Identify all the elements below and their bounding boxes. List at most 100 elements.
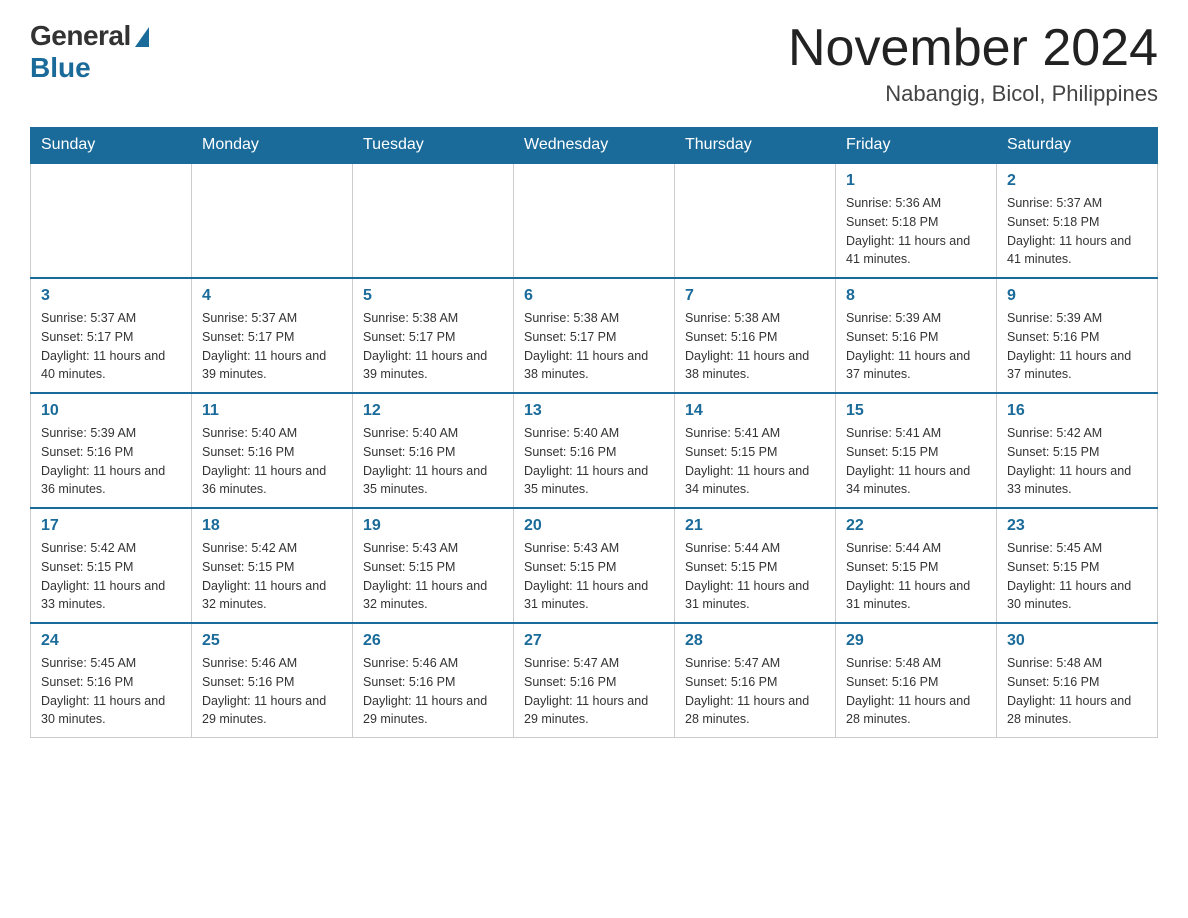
day-info: Sunrise: 5:47 AM Sunset: 5:16 PM Dayligh… <box>524 654 664 729</box>
day-info: Sunrise: 5:41 AM Sunset: 5:15 PM Dayligh… <box>846 424 986 499</box>
day-number: 17 <box>41 517 181 535</box>
day-number: 27 <box>524 632 664 650</box>
day-number: 30 <box>1007 632 1147 650</box>
day-info: Sunrise: 5:37 AM Sunset: 5:18 PM Dayligh… <box>1007 194 1147 269</box>
day-number: 4 <box>202 287 342 305</box>
calendar-title: November 2024 <box>788 20 1158 77</box>
week-row: 1Sunrise: 5:36 AM Sunset: 5:18 PM Daylig… <box>31 163 1158 278</box>
day-number: 15 <box>846 402 986 420</box>
calendar-cell: 1Sunrise: 5:36 AM Sunset: 5:18 PM Daylig… <box>836 163 997 278</box>
day-number: 16 <box>1007 402 1147 420</box>
day-number: 9 <box>1007 287 1147 305</box>
day-of-week-header: Monday <box>192 128 353 164</box>
calendar-cell: 10Sunrise: 5:39 AM Sunset: 5:16 PM Dayli… <box>31 393 192 508</box>
day-info: Sunrise: 5:37 AM Sunset: 5:17 PM Dayligh… <box>202 309 342 384</box>
calendar-cell: 7 Sunrise: 5:38 AM Sunset: 5:16 PM Daylig… <box>675 278 836 393</box>
calendar-cell <box>514 163 675 278</box>
day-number: 29 <box>846 632 986 650</box>
day-info: Sunrise: 5:48 AM Sunset: 5:16 PM Dayligh… <box>1007 654 1147 729</box>
calendar-cell: 14Sunrise: 5:41 AM Sunset: 5:15 PM Dayli… <box>675 393 836 508</box>
day-info: Sunrise: 5:37 AM Sunset: 5:17 PM Dayligh… <box>41 309 181 384</box>
calendar-cell: 2 Sunrise: 5:37 AM Sunset: 5:18 PM Daylig… <box>997 163 1158 278</box>
day-number: 11 <box>202 402 342 420</box>
calendar-cell: 21Sunrise: 5:44 AM Sunset: 5:15 PM Dayli… <box>675 508 836 623</box>
day-info: Sunrise: 5:38 AM Sunset: 5:17 PM Dayligh… <box>524 309 664 384</box>
page-header: General Blue November 2024 Nabangig, Bic… <box>30 20 1158 107</box>
calendar-cell <box>192 163 353 278</box>
calendar-cell: 26 Sunrise: 5:46 AM Sunset: 5:16 PM Dayli… <box>353 623 514 738</box>
day-number: 23 <box>1007 517 1147 535</box>
calendar-cell: 12Sunrise: 5:40 AM Sunset: 5:16 PM Dayli… <box>353 393 514 508</box>
day-info: Sunrise: 5:45 AM Sunset: 5:16 PM Dayligh… <box>41 654 181 729</box>
day-number: 3 <box>41 287 181 305</box>
day-number: 8 <box>846 287 986 305</box>
day-info: Sunrise: 5:41 AM Sunset: 5:15 PM Dayligh… <box>685 424 825 499</box>
calendar-header-row: SundayMondayTuesdayWednesdayThursdayFrid… <box>31 128 1158 164</box>
day-number: 6 <box>524 287 664 305</box>
calendar-cell: 13 Sunrise: 5:40 AM Sunset: 5:16 PM Dayli… <box>514 393 675 508</box>
day-info: Sunrise: 5:39 AM Sunset: 5:16 PM Dayligh… <box>1007 309 1147 384</box>
day-number: 19 <box>363 517 503 535</box>
calendar-cell: 30 Sunrise: 5:48 AM Sunset: 5:16 PM Dayli… <box>997 623 1158 738</box>
day-of-week-header: Tuesday <box>353 128 514 164</box>
day-info: Sunrise: 5:39 AM Sunset: 5:16 PM Dayligh… <box>846 309 986 384</box>
week-row: 10Sunrise: 5:39 AM Sunset: 5:16 PM Dayli… <box>31 393 1158 508</box>
calendar-cell: 9 Sunrise: 5:39 AM Sunset: 5:16 PM Daylig… <box>997 278 1158 393</box>
calendar-cell: 22 Sunrise: 5:44 AM Sunset: 5:15 PM Dayli… <box>836 508 997 623</box>
day-info: Sunrise: 5:40 AM Sunset: 5:16 PM Dayligh… <box>202 424 342 499</box>
day-info: Sunrise: 5:46 AM Sunset: 5:16 PM Dayligh… <box>202 654 342 729</box>
day-info: Sunrise: 5:43 AM Sunset: 5:15 PM Dayligh… <box>524 539 664 614</box>
day-of-week-header: Saturday <box>997 128 1158 164</box>
calendar-cell: 11 Sunrise: 5:40 AM Sunset: 5:16 PM Dayli… <box>192 393 353 508</box>
calendar-subtitle: Nabangig, Bicol, Philippines <box>788 81 1158 107</box>
day-number: 10 <box>41 402 181 420</box>
day-number: 7 <box>685 287 825 305</box>
day-info: Sunrise: 5:42 AM Sunset: 5:15 PM Dayligh… <box>41 539 181 614</box>
day-of-week-header: Thursday <box>675 128 836 164</box>
day-number: 13 <box>524 402 664 420</box>
calendar-cell: 23 Sunrise: 5:45 AM Sunset: 5:15 PM Dayli… <box>997 508 1158 623</box>
calendar-cell: 24 Sunrise: 5:45 AM Sunset: 5:16 PM Dayli… <box>31 623 192 738</box>
calendar-cell: 20 Sunrise: 5:43 AM Sunset: 5:15 PM Dayli… <box>514 508 675 623</box>
day-number: 28 <box>685 632 825 650</box>
calendar-cell: 18Sunrise: 5:42 AM Sunset: 5:15 PM Dayli… <box>192 508 353 623</box>
calendar-cell: 3 Sunrise: 5:37 AM Sunset: 5:17 PM Daylig… <box>31 278 192 393</box>
day-number: 25 <box>202 632 342 650</box>
day-number: 26 <box>363 632 503 650</box>
day-number: 12 <box>363 402 503 420</box>
day-info: Sunrise: 5:40 AM Sunset: 5:16 PM Dayligh… <box>524 424 664 499</box>
day-number: 22 <box>846 517 986 535</box>
calendar-cell: 4 Sunrise: 5:37 AM Sunset: 5:17 PM Daylig… <box>192 278 353 393</box>
day-number: 24 <box>41 632 181 650</box>
week-row: 17 Sunrise: 5:42 AM Sunset: 5:15 PM Dayli… <box>31 508 1158 623</box>
logo-blue-text: Blue <box>30 52 91 84</box>
day-number: 18 <box>202 517 342 535</box>
day-info: Sunrise: 5:36 AM Sunset: 5:18 PM Dayligh… <box>846 194 986 269</box>
calendar-cell: 27 Sunrise: 5:47 AM Sunset: 5:16 PM Dayli… <box>514 623 675 738</box>
day-info: Sunrise: 5:48 AM Sunset: 5:16 PM Dayligh… <box>846 654 986 729</box>
calendar-cell: 28 Sunrise: 5:47 AM Sunset: 5:16 PM Dayli… <box>675 623 836 738</box>
day-info: Sunrise: 5:44 AM Sunset: 5:15 PM Dayligh… <box>846 539 986 614</box>
logo-general-text: General <box>30 20 131 52</box>
week-row: 3 Sunrise: 5:37 AM Sunset: 5:17 PM Daylig… <box>31 278 1158 393</box>
day-info: Sunrise: 5:43 AM Sunset: 5:15 PM Dayligh… <box>363 539 503 614</box>
day-number: 20 <box>524 517 664 535</box>
day-number: 2 <box>1007 172 1147 190</box>
day-info: Sunrise: 5:38 AM Sunset: 5:16 PM Dayligh… <box>685 309 825 384</box>
calendar-cell: 17 Sunrise: 5:42 AM Sunset: 5:15 PM Dayli… <box>31 508 192 623</box>
logo-triangle-icon <box>135 27 149 47</box>
calendar-cell <box>353 163 514 278</box>
calendar-table: SundayMondayTuesdayWednesdayThursdayFrid… <box>30 127 1158 738</box>
day-of-week-header: Wednesday <box>514 128 675 164</box>
week-row: 24 Sunrise: 5:45 AM Sunset: 5:16 PM Dayli… <box>31 623 1158 738</box>
day-info: Sunrise: 5:45 AM Sunset: 5:15 PM Dayligh… <box>1007 539 1147 614</box>
calendar-cell: 29 Sunrise: 5:48 AM Sunset: 5:16 PM Dayli… <box>836 623 997 738</box>
calendar-cell: 25 Sunrise: 5:46 AM Sunset: 5:16 PM Dayli… <box>192 623 353 738</box>
calendar-cell: 8 Sunrise: 5:39 AM Sunset: 5:16 PM Daylig… <box>836 278 997 393</box>
calendar-cell <box>675 163 836 278</box>
day-number: 21 <box>685 517 825 535</box>
calendar-cell: 16Sunrise: 5:42 AM Sunset: 5:15 PM Dayli… <box>997 393 1158 508</box>
day-info: Sunrise: 5:47 AM Sunset: 5:16 PM Dayligh… <box>685 654 825 729</box>
day-info: Sunrise: 5:46 AM Sunset: 5:16 PM Dayligh… <box>363 654 503 729</box>
day-of-week-header: Friday <box>836 128 997 164</box>
